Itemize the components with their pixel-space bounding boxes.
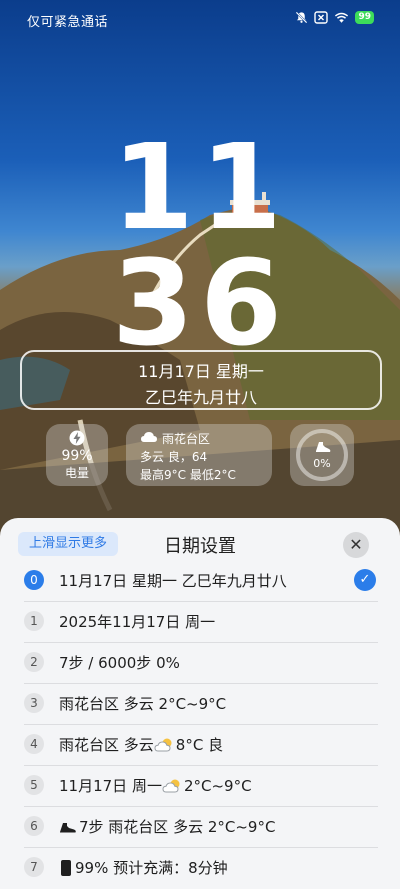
weather-widget[interactable]: 雨花台区 多云 良，64 最高9°C 最低2°C — [126, 424, 272, 486]
check-icon: ✓ — [354, 569, 376, 591]
weather-condition: 多云 良，64 — [140, 450, 208, 464]
option-row-7[interactable]: 7 99% 预计充满：8分钟 — [24, 849, 378, 889]
option-text-post: 2°C~9°C — [183, 776, 252, 795]
status-bar: 仅可紧急通话 99 — [0, 0, 400, 40]
weather-location: 雨花台区 — [162, 432, 211, 446]
shoe-icon — [316, 442, 331, 452]
sheet-title: 日期设置 — [164, 536, 236, 557]
option-text: 雨花台区 多云 2°C~9°C — [59, 695, 227, 713]
option-row-2[interactable]: 2 7步 / 6000步 0% — [24, 644, 378, 684]
date-lunar: 乙巳年九月廿八 — [144, 388, 257, 407]
option-text-post: 7步 雨花台区 多云 2°C~9°C — [79, 818, 276, 836]
option-row-6[interactable]: 6 7步 雨花台区 多云 2°C~9°C — [24, 808, 378, 848]
carrier-text: 仅可紧急通话 — [27, 15, 109, 30]
option-text-post: 99% 预计充满：8分钟 — [75, 859, 228, 877]
option-number: 0 — [24, 570, 44, 590]
steps-widget[interactable]: 0% — [290, 424, 354, 486]
option-row-5[interactable]: 5 11月17日 周一 2°C~9°C — [24, 767, 378, 807]
option-row-4[interactable]: 4 雨花台区 多云 8°C 良 — [24, 726, 378, 766]
bell-off-icon — [296, 11, 308, 24]
lightning-icon — [69, 430, 85, 446]
option-text-pre: 雨花台区 多云 — [59, 736, 154, 754]
option-text-pre: 11月17日 周一 — [59, 777, 162, 795]
option-row-3[interactable]: 3 雨花台区 多云 2°C~9°C — [24, 685, 378, 725]
option-text: 11月17日 周一 2°C~9°C — [59, 775, 252, 796]
no-sim-icon — [314, 11, 329, 24]
partly-cloudy-icon — [154, 738, 172, 751]
close-button[interactable]: ✕ — [343, 532, 369, 558]
clock-minute: 36 — [111, 234, 289, 372]
option-text: 7步 / 6000步 0% — [59, 654, 180, 672]
date-settings-sheet: 上滑显示更多 日期设置 ✕ 0 11月17日 星期一 乙巳年九月廿八 ✓ 1 2… — [0, 518, 400, 889]
battery-charging-icon: 99 — [355, 11, 374, 24]
date-gregorian: 11月17日 星期一 — [138, 362, 264, 381]
option-number: 6 — [24, 816, 44, 836]
option-text-post: 8°C 良 — [175, 736, 224, 754]
option-text: 2025年11月17日 周一 — [59, 613, 216, 631]
battery-percent: 99% — [61, 448, 93, 464]
close-icon: ✕ — [349, 535, 363, 554]
date-widget[interactable]: 11月17日 星期一 乙巳年九月廿八 — [20, 350, 382, 410]
option-number: 2 — [24, 652, 44, 672]
option-text: 7步 雨花台区 多云 2°C~9°C — [59, 816, 275, 837]
option-number: 3 — [24, 693, 44, 713]
battery-label: 电量 — [64, 466, 89, 480]
option-number: 4 — [24, 734, 44, 754]
option-number: 1 — [24, 611, 44, 631]
status-icons: 99 — [295, 11, 374, 24]
option-text: 99% 预计充满：8分钟 — [59, 857, 228, 878]
option-text: 11月17日 星期一 乙巳年九月廿八 — [59, 572, 287, 590]
option-number: 7 — [24, 857, 44, 877]
phone-icon — [61, 859, 71, 876]
partly-cloudy-icon — [162, 779, 180, 792]
option-row-0[interactable]: 0 11月17日 星期一 乙巳年九月廿八 ✓ — [24, 562, 378, 602]
clock-hour: 11 — [111, 118, 289, 256]
steps-progress-ring — [296, 429, 348, 481]
shoe-icon — [60, 822, 76, 832]
weather-high-low: 最高9°C 最低2°C — [140, 468, 236, 482]
steps-percent: 0% — [313, 457, 331, 470]
battery-widget[interactable]: 99% 电量 — [46, 424, 108, 486]
wifi-icon — [335, 12, 349, 23]
option-row-1[interactable]: 1 2025年11月17日 周一 — [24, 603, 378, 643]
option-number: 5 — [24, 775, 44, 795]
option-text: 雨花台区 多云 8°C 良 — [59, 734, 223, 755]
cloud-icon — [141, 432, 157, 442]
